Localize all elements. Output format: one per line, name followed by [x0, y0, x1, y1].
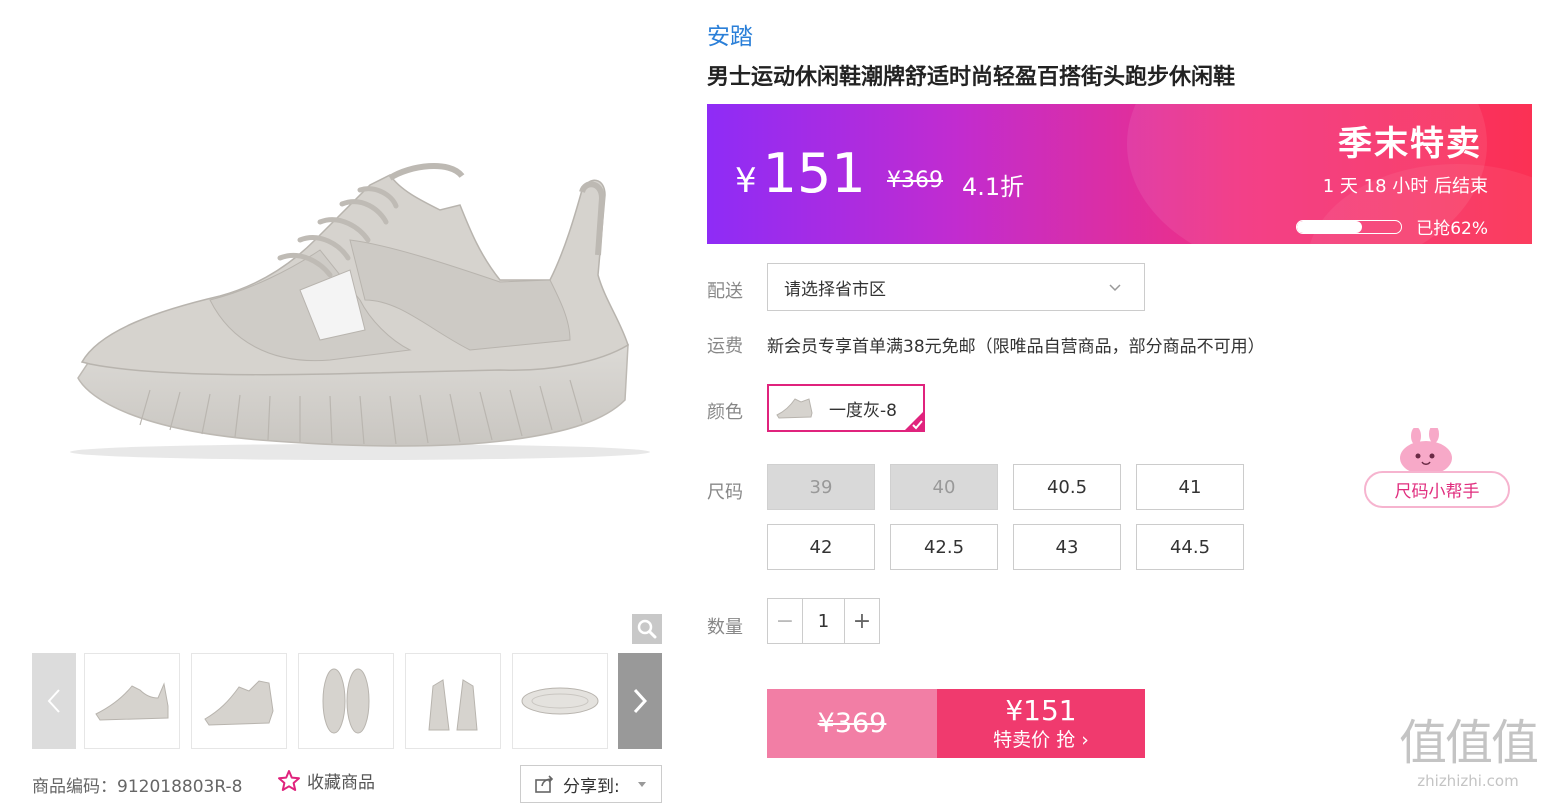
quantity-label: 数量	[707, 617, 743, 638]
watermark-site: zhizhizhi.com	[1417, 772, 1519, 790]
shoe-thumbnail-image	[521, 687, 599, 715]
sold-progress-text: 已抢62%	[1416, 219, 1488, 239]
color-swatch-image	[776, 398, 813, 419]
quantity-increase-button[interactable]: +	[844, 599, 879, 643]
product-main-image[interactable]	[30, 0, 662, 645]
shoe-illustration	[70, 163, 650, 460]
shoe-thumbnail-image	[95, 682, 169, 721]
arrow-right-icon	[633, 688, 647, 714]
sale-title: 季末特卖	[1338, 124, 1482, 164]
size-option-39: 39	[767, 464, 875, 510]
star-icon	[278, 769, 300, 791]
share-icon	[535, 775, 554, 793]
shoe-thumbnail-image	[322, 668, 370, 734]
size-helper[interactable]: 尺码小帮手	[1364, 428, 1512, 510]
product-title: 男士运动休闲鞋潮牌舒适时尚轻盈百搭街头跑步休闲鞋	[707, 65, 1236, 90]
quantity-stepper: − 1 +	[767, 598, 880, 644]
discount-rate: 4.1折	[962, 173, 1025, 201]
sold-progress-bar	[1296, 219, 1403, 234]
shoe-thumbnail-image	[428, 679, 478, 731]
thumbnail-5[interactable]	[512, 653, 608, 749]
thumbnail-3[interactable]	[298, 653, 394, 749]
current-price-value: 151	[762, 142, 866, 205]
buy-button[interactable]: ¥369 ¥151 特卖价 抢 ›	[767, 689, 1145, 758]
sold-progress: 已抢62%	[1296, 214, 1488, 239]
thumbnail-4[interactable]	[405, 653, 501, 749]
delivery-region-placeholder: 请选择省市区	[784, 279, 886, 300]
watermark-logo: 值值值	[1398, 715, 1539, 771]
zoom-button[interactable]	[632, 614, 662, 644]
price-banner: ¥ 151 ¥369 4.1折 季末特卖 1 天 18 小时 后结束 已抢62%	[707, 104, 1532, 244]
size-helper-label[interactable]: 尺码小帮手	[1364, 471, 1510, 508]
site-watermark: 值值值 zhizhizhi.com	[1398, 715, 1539, 800]
check-icon	[903, 410, 925, 432]
original-price: ¥369	[887, 168, 943, 193]
delivery-region-select[interactable]: 请选择省市区	[767, 263, 1145, 311]
shipping-label: 运费	[707, 336, 743, 357]
buy-now-button[interactable]: ¥151 特卖价 抢 ›	[937, 689, 1145, 758]
item-code: 商品编码：912018803R-8	[32, 777, 243, 797]
brand-link[interactable]: 安踏	[707, 17, 753, 51]
mascot-icon	[1400, 428, 1452, 475]
delivery-label: 配送	[707, 281, 743, 302]
size-option-42[interactable]: 42	[767, 524, 875, 570]
favorite-label: 收藏商品	[307, 773, 375, 793]
chevron-down-icon	[637, 781, 646, 787]
size-option-40: 40	[890, 464, 998, 510]
thumbnail-next-button[interactable]	[618, 653, 662, 749]
color-label: 颜色	[707, 402, 743, 423]
currency-symbol: ¥	[735, 161, 757, 201]
size-option-42-5[interactable]: 42.5	[890, 524, 998, 570]
quantity-decrease-button[interactable]: −	[768, 599, 803, 643]
color-option-selected[interactable]: 一度灰-8	[767, 384, 925, 432]
favorite-button[interactable]: 收藏商品	[277, 768, 375, 793]
buy-sale-price: ¥151	[1005, 693, 1077, 727]
color-option-label: 一度灰-8	[829, 400, 897, 421]
buy-original-price: ¥369	[767, 689, 937, 758]
size-option-44-5[interactable]: 44.5	[1136, 524, 1244, 570]
buy-action-text: 特卖价 抢 ›	[993, 728, 1089, 751]
thumbnail-2[interactable]	[191, 653, 287, 749]
size-option-43[interactable]: 43	[1013, 524, 1121, 570]
thumbnail-1[interactable]	[84, 653, 180, 749]
thumbnail-prev-button[interactable]	[32, 653, 76, 749]
arrow-left-icon	[47, 689, 60, 713]
sold-progress-fill	[1297, 220, 1362, 233]
size-label: 尺码	[707, 482, 743, 503]
shoe-thumbnail-image	[204, 680, 274, 726]
quantity-input[interactable]: 1	[803, 599, 844, 643]
size-option-41[interactable]: 41	[1136, 464, 1244, 510]
countdown-timer: 1 天 18 小时 后结束	[1322, 176, 1488, 197]
chevron-down-icon	[1109, 284, 1121, 292]
shipping-info: 新会员专享首单满38元免邮（限唯品自营商品，部分商品不可用）	[767, 337, 1265, 357]
zoom-icon	[637, 619, 657, 639]
size-option-40-5[interactable]: 40.5	[1013, 464, 1121, 510]
share-label: 分享到:	[563, 776, 620, 797]
share-button[interactable]: 分享到:	[520, 765, 662, 803]
thumbnail-strip	[32, 653, 662, 749]
current-price: ¥ 151	[735, 142, 866, 205]
